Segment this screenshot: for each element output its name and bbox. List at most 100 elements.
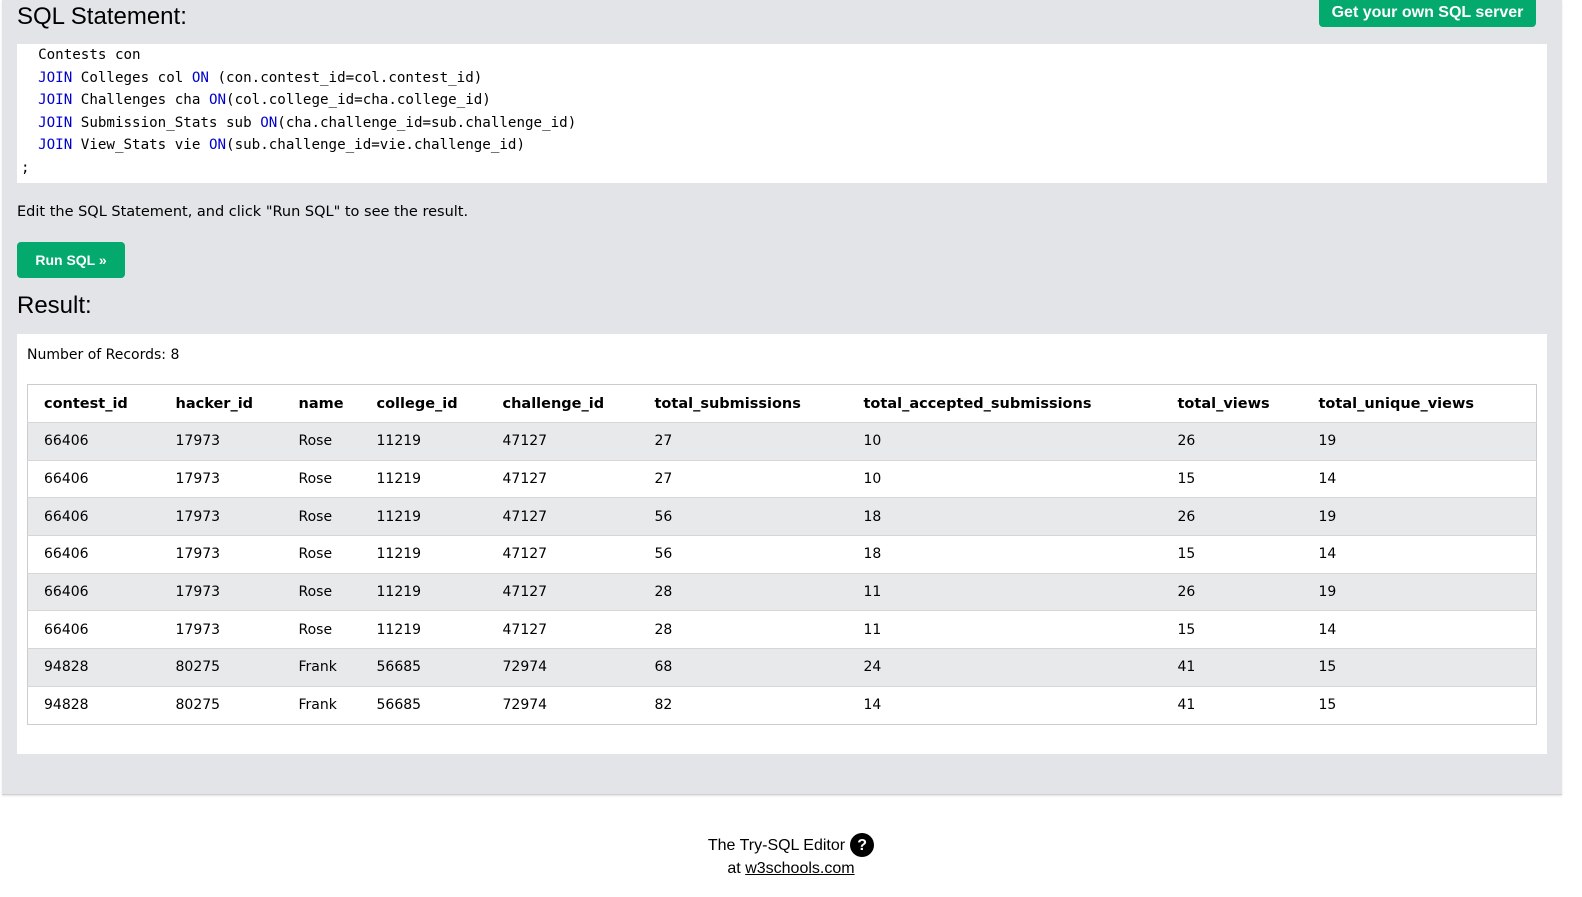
table-cell: Rose (282, 610, 361, 649)
sql-keyword: ON (260, 114, 278, 131)
result-table: contest_id hacker_id name college_id challen… (27, 384, 1537, 725)
sql-keyword: ON (191, 69, 209, 86)
table-cell: 14 (1302, 610, 1537, 649)
sql-text: (col.college_id=cha.college_id) (226, 92, 491, 108)
instruction-text: Edit the SQL Statement, and click "Run S… (17, 204, 469, 220)
column-header: hacker_id (159, 384, 283, 423)
table-cell: 80275 (159, 685, 283, 724)
code-line: Contests con (21, 44, 1543, 67)
table-row: 94828 80275 Frank 56685 72974 82 14 41 15 (27, 685, 1537, 724)
table-cell: Rose (282, 422, 361, 461)
table-cell: 11 (847, 572, 1162, 611)
table-row: 66406 17973 Rose 11219 47127 27 10 26 19 (27, 422, 1537, 461)
sql-keyword: ON (208, 137, 227, 153)
table-cell: Frank (282, 685, 361, 724)
table-cell: 68 (638, 648, 848, 687)
table-cell: 47127 (486, 459, 639, 498)
footer-title: The Try-SQL Editor (707, 836, 846, 854)
table-cell: 14 (847, 685, 1162, 724)
table-cell: 56 (638, 535, 848, 574)
table-cell: 19 (1302, 422, 1537, 461)
get-own-sql-server-button[interactable]: Get your own SQL server (1319, 0, 1536, 27)
table-cell: 66406 (27, 572, 160, 611)
sql-statement-heading: SQL Statement: (17, 3, 187, 30)
table-cell: 14 (1302, 535, 1537, 574)
table-cell: 15 (1161, 535, 1303, 574)
code-line: ; (21, 157, 1543, 180)
table-header-row: contest_id hacker_id name college_id challen… (27, 384, 1537, 423)
table-cell: Rose (282, 459, 361, 498)
sql-keyword: JOIN (38, 69, 73, 86)
table-cell: 26 (1161, 422, 1303, 461)
table-cell: 66406 (27, 422, 160, 461)
table-cell: Rose (282, 497, 361, 536)
table-cell: 27 (638, 459, 848, 498)
column-header: challenge_id (486, 384, 639, 423)
table-cell: 47127 (486, 497, 639, 536)
code-line: JOIN View_Stats vie ON(sub.challenge_id=… (21, 134, 1543, 157)
table-cell: 11219 (360, 610, 487, 649)
table-cell: 56685 (360, 648, 487, 687)
table-cell: 11219 (360, 535, 487, 574)
table-cell: 17973 (159, 459, 283, 498)
table-cell: 47127 (486, 535, 639, 574)
editor-panel: SQL Statement: Get your own SQL server C… (2, 0, 1562, 795)
sql-text: View_Stats vie (72, 137, 209, 153)
sql-keyword: JOIN (38, 92, 73, 108)
result-container: Number of Records: 8 contest_id hacker_id… (17, 334, 1547, 754)
table-row: 66406 17973 Rose 11219 47127 56 18 15 14 (27, 535, 1537, 574)
w3schools-link[interactable]: w3schools.com (745, 860, 854, 877)
table-cell: 17973 (159, 610, 283, 649)
table-cell: 11 (847, 610, 1162, 649)
table-row: 66406 17973 Rose 11219 47127 27 10 15 14 (27, 459, 1537, 498)
sql-text: Contests con (21, 47, 141, 63)
sql-text: (sub.challenge_id=vie.challenge_id) (226, 137, 525, 153)
table-cell: 47127 (486, 572, 639, 611)
table-cell: 10 (847, 459, 1162, 498)
table-cell: 26 (1161, 572, 1303, 611)
column-header: total_unique_views (1302, 384, 1537, 423)
table-cell: 56 (638, 497, 848, 536)
help-icon[interactable]: ? (850, 833, 875, 857)
table-cell: 47127 (486, 422, 639, 461)
table-cell: 47127 (486, 610, 639, 649)
table-cell: 11219 (360, 497, 487, 536)
sql-keyword: JOIN (38, 137, 73, 153)
table-cell: 17973 (159, 535, 283, 574)
table-row: 66406 17973 Rose 11219 47127 28 11 15 14 (27, 610, 1537, 649)
table-cell: 15 (1302, 685, 1537, 724)
result-heading: Result: (17, 292, 92, 319)
table-cell: 41 (1161, 648, 1303, 687)
table-cell: 56685 (360, 685, 487, 724)
sql-text: ; (21, 159, 30, 176)
table-row: 94828 80275 Frank 56685 72974 68 24 41 15 (27, 648, 1537, 687)
table-cell: 28 (638, 572, 848, 611)
table-cell: 80275 (159, 648, 283, 687)
table-cell: 24 (847, 648, 1162, 687)
table-cell: 94828 (27, 685, 160, 724)
table-cell: 17973 (159, 572, 283, 611)
table-cell: 19 (1302, 572, 1537, 611)
table-body: 66406 17973 Rose 11219 47127 27 10 26 19 66406 179… (27, 422, 1537, 724)
table-cell: 94828 (27, 648, 160, 687)
table-cell: 72974 (486, 685, 639, 724)
sql-text: Submission_Stats sub (72, 114, 261, 131)
table-cell: 17973 (159, 422, 283, 461)
table-cell: 26 (1161, 497, 1303, 536)
table-cell: 15 (1302, 648, 1537, 687)
run-sql-button[interactable]: Run SQL » (17, 242, 125, 278)
table-cell: 66406 (27, 459, 160, 498)
table-cell: 72974 (486, 648, 639, 687)
column-header: college_id (360, 384, 487, 423)
column-header: name (282, 384, 361, 423)
sql-keyword: ON (208, 92, 227, 108)
table-cell: 10 (847, 422, 1162, 461)
sql-editor[interactable]: Contests con JOIN Colleges col ON (con.c… (17, 44, 1547, 183)
table-cell: 15 (1161, 610, 1303, 649)
footer: The Try-SQL Editor ? at w3schools.com (0, 833, 1582, 880)
table-cell: 66406 (27, 610, 160, 649)
